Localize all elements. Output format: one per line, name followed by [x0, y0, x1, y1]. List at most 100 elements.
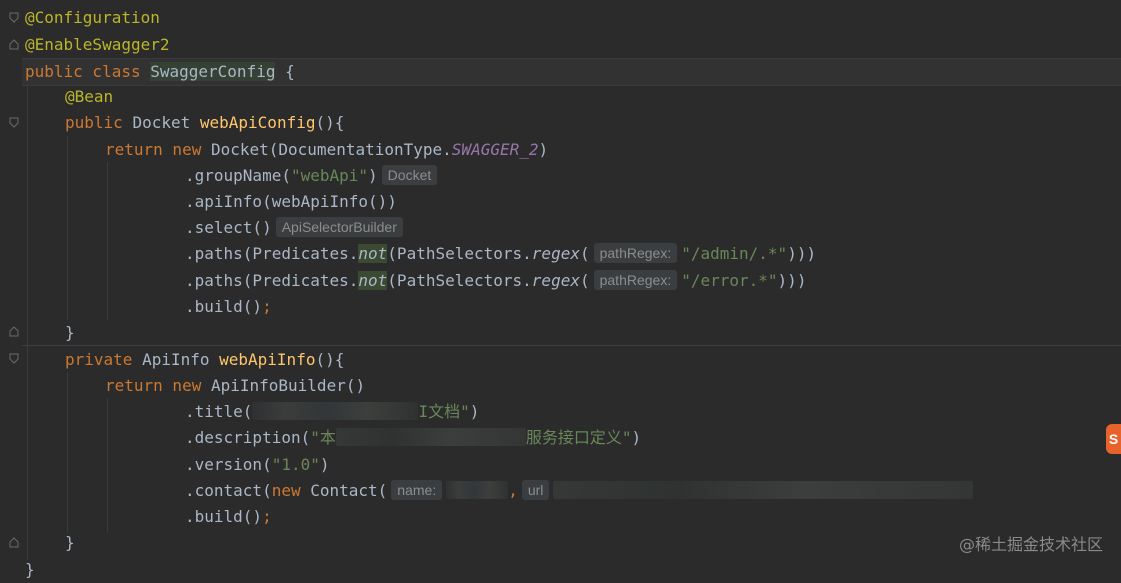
- code-text: .paths(Predicates.: [185, 244, 359, 263]
- string-literal: "/admin/.*": [681, 244, 788, 263]
- code-line[interactable]: return new ApiInfoBuilder(): [105, 373, 1121, 399]
- code-line[interactable]: .contact(new Contact(name:, url: [185, 478, 1121, 504]
- code-line[interactable]: @Configuration: [25, 5, 1121, 31]
- indent-guide: [107, 162, 108, 320]
- code-line[interactable]: @EnableSwagger2: [25, 32, 1121, 58]
- code-text: .paths(Predicates.: [185, 271, 359, 290]
- code-text: .groupName(: [185, 166, 291, 185]
- method-call: regex: [531, 244, 580, 263]
- code-text: }: [65, 323, 75, 342]
- fold-marker-icon[interactable]: [9, 325, 19, 337]
- code-line[interactable]: .description("本 服务接口定义"): [185, 425, 1121, 451]
- editor-gutter: [0, 0, 22, 571]
- redacted-text: [252, 402, 419, 420]
- code-text: ApiInfoBuilder(): [210, 376, 366, 395]
- string-literal: "/error.*": [681, 271, 778, 290]
- code-line[interactable]: .build();: [185, 294, 1121, 320]
- annotation: @Bean: [65, 87, 114, 106]
- type-hint: Docket: [381, 165, 438, 185]
- fold-marker-icon[interactable]: [9, 353, 19, 365]
- code-line[interactable]: .paths(Predicates.not(PathSelectors.rege…: [185, 241, 1121, 267]
- code-text: .title(: [185, 402, 253, 421]
- string-literal: "1.0": [271, 455, 320, 474]
- code-text: (: [579, 271, 590, 290]
- indent-guide: [67, 372, 68, 532]
- code-line[interactable]: .version("1.0"): [185, 452, 1121, 478]
- method-call: not: [358, 244, 388, 263]
- comma: ,: [508, 481, 518, 500]
- code-line[interactable]: return new Docket(DocumentationType.SWAG…: [105, 137, 1121, 163]
- semicolon: ;: [262, 297, 272, 316]
- code-text: Contact(: [310, 481, 388, 500]
- indent-guide: [107, 398, 108, 532]
- code-line-current[interactable]: public class SwaggerConfig {: [22, 58, 1121, 86]
- parameter-hint: pathRegex:: [593, 243, 678, 263]
- class-name: SwaggerConfig: [150, 62, 276, 81]
- watermark: @稀土掘金技术社区: [958, 535, 1103, 554]
- semicolon: ;: [262, 507, 272, 526]
- keyword: new: [271, 481, 311, 500]
- code-line[interactable]: .apiInfo(webApiInfo()): [185, 189, 1121, 215]
- parameter-hint: pathRegex:: [593, 270, 678, 290]
- string-literal: "本: [310, 428, 336, 447]
- method-name: webApiConfig: [199, 113, 316, 132]
- code-text: ): [368, 166, 378, 185]
- parameter-hint: url: [521, 480, 550, 500]
- code-line[interactable]: .groupName("webApi") Docket: [185, 163, 1121, 189]
- code-text: Docket(DocumentationType.: [210, 140, 452, 159]
- code-text: }: [25, 560, 35, 579]
- method-call: regex: [531, 271, 580, 290]
- code-text: ))): [787, 244, 817, 263]
- constant: SWAGGER_2: [451, 140, 539, 159]
- keyword: return new: [105, 140, 211, 159]
- code-text: ): [469, 402, 480, 421]
- fold-marker-icon[interactable]: [9, 536, 19, 548]
- keyword: return new: [105, 376, 211, 395]
- fold-marker-icon[interactable]: [9, 117, 19, 129]
- method-name: webApiInfo: [219, 350, 316, 369]
- code-text: ): [538, 140, 549, 159]
- keyword: private: [65, 350, 143, 369]
- code-text: (){: [315, 113, 345, 132]
- code-line[interactable]: }: [25, 557, 1121, 583]
- fold-marker-icon[interactable]: [9, 12, 19, 24]
- code-line[interactable]: .build();: [185, 504, 1121, 530]
- indent-guide: [67, 136, 68, 320]
- code-text: .version(: [185, 455, 272, 474]
- code-line[interactable]: .title( I文档"): [185, 399, 1121, 425]
- code-line[interactable]: }: [65, 320, 1121, 346]
- keyword: public: [65, 113, 133, 132]
- indent-guide: [27, 84, 28, 560]
- code-text: (){: [315, 350, 345, 369]
- code-text: .build(): [185, 507, 263, 526]
- code-text: .select(): [185, 218, 272, 237]
- string-literal: I文档": [418, 402, 470, 421]
- code-text: ): [631, 428, 642, 447]
- code-text: .contact(: [185, 481, 272, 500]
- code-text: (PathSelectors.: [387, 244, 532, 263]
- fold-marker-icon[interactable]: [9, 38, 19, 50]
- string-literal: 服务接口定义": [525, 428, 632, 447]
- string-literal: "webApi": [290, 166, 369, 185]
- code-text: ))): [777, 271, 807, 290]
- code-text: (: [579, 244, 590, 263]
- type-name: Docket: [132, 113, 200, 132]
- code-line[interactable]: .paths(Predicates.not(PathSelectors.rege…: [185, 268, 1121, 294]
- code-line[interactable]: @Bean: [65, 84, 1121, 110]
- code-line[interactable]: private ApiInfo webApiInfo(){: [65, 347, 1121, 373]
- code-text: (PathSelectors.: [387, 271, 532, 290]
- code-text: ): [319, 455, 330, 474]
- code-line[interactable]: public Docket webApiConfig(){: [65, 110, 1121, 136]
- parameter-hint: name:: [391, 480, 443, 500]
- code-text: .build(): [185, 297, 263, 316]
- method-call: not: [358, 271, 388, 290]
- type-name: ApiInfo: [142, 350, 220, 369]
- keyword: public class: [25, 62, 151, 81]
- code-line[interactable]: .select() ApiSelectorBuilder: [185, 215, 1121, 241]
- code-text: {: [275, 62, 295, 81]
- type-hint: ApiSelectorBuilder: [275, 217, 403, 237]
- code-text: }: [65, 533, 75, 552]
- code-text: .description(: [185, 428, 311, 447]
- code-text: .apiInfo(webApiInfo()): [185, 192, 397, 211]
- floating-widget-tag[interactable]: S: [1106, 424, 1121, 454]
